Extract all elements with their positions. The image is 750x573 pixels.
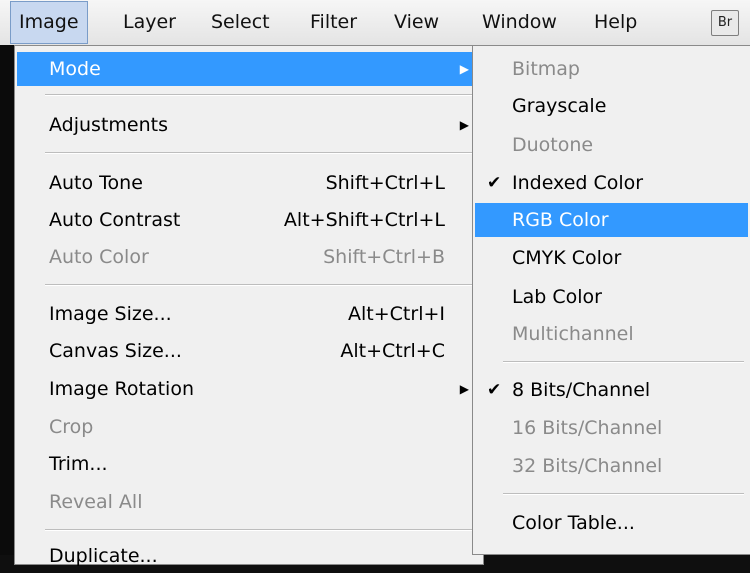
menu-view[interactable]: View xyxy=(386,0,447,45)
menu-item-shortcut: Alt+Shift+Ctrl+L xyxy=(283,209,445,231)
menu-help[interactable]: Help xyxy=(586,0,645,45)
menu-item-shortcut: Alt+Ctrl+I xyxy=(348,303,445,325)
menu-select[interactable]: Select xyxy=(203,0,278,45)
menu-item-label: RGB Color xyxy=(512,209,609,231)
submenu-arrow-icon: ▶ xyxy=(459,62,469,76)
menu-layer[interactable]: Layer xyxy=(115,0,184,45)
submenu-item-32-bits[interactable]: 32 Bits/Channel xyxy=(475,449,748,483)
menu-item-reveal-all[interactable]: Reveal All xyxy=(17,485,481,519)
menu-separator xyxy=(503,493,744,495)
menu-window[interactable]: Window xyxy=(474,0,565,45)
menu-item-label: Image Size... xyxy=(49,303,172,325)
menu-item-label: Color Table... xyxy=(512,512,635,534)
menu-separator xyxy=(45,284,477,286)
submenu-item-bitmap[interactable]: Bitmap xyxy=(475,52,748,86)
menu-item-label: Auto Contrast xyxy=(49,209,181,231)
menu-item-label: Auto Tone xyxy=(49,172,143,194)
submenu-item-8-bits[interactable]: ✔ 8 Bits/Channel xyxy=(475,373,748,407)
menu-item-label: Mode xyxy=(49,58,101,80)
submenu-item-lab-color[interactable]: Lab Color xyxy=(475,280,748,314)
bridge-icon[interactable]: Br xyxy=(711,10,739,36)
submenu-item-rgb-color[interactable]: RGB Color xyxy=(475,203,748,237)
menu-separator xyxy=(503,361,744,363)
menu-item-shortcut: Shift+Ctrl+B xyxy=(323,246,445,268)
checkmark-icon: ✔ xyxy=(487,380,502,400)
menu-item-shortcut: Shift+Ctrl+L xyxy=(325,172,445,194)
menu-item-label: Duplicate... xyxy=(49,545,158,567)
menu-item-adjustments[interactable]: Adjustments ▶ xyxy=(17,108,481,142)
submenu-item-indexed-color[interactable]: ✔ Indexed Color xyxy=(475,166,748,200)
image-menu: Mode ▶ Adjustments ▶ Auto Tone Shift+Ctr… xyxy=(14,45,484,567)
menu-item-label: Indexed Color xyxy=(512,172,644,194)
menu-item-auto-color[interactable]: Auto Color Shift+Ctrl+B xyxy=(17,240,481,274)
menu-item-label: Adjustments xyxy=(49,114,168,136)
menu-item-label: Duotone xyxy=(512,134,594,156)
menu-item-duplicate[interactable]: Duplicate... xyxy=(17,539,481,573)
menu-item-label: Reveal All xyxy=(49,491,143,513)
menu-item-label: Auto Color xyxy=(49,246,149,268)
menu-separator xyxy=(45,529,477,531)
menu-item-label: Bitmap xyxy=(512,58,580,80)
menu-filter[interactable]: Filter xyxy=(302,0,365,45)
checkmark-icon: ✔ xyxy=(487,173,502,193)
menu-item-auto-tone[interactable]: Auto Tone Shift+Ctrl+L xyxy=(17,166,481,200)
workspace-edge xyxy=(0,45,14,555)
menu-item-label: CMYK Color xyxy=(512,247,622,269)
menu-item-label: Lab Color xyxy=(512,286,602,308)
menu-separator xyxy=(45,152,477,154)
menu-item-label: Canvas Size... xyxy=(49,340,182,362)
menu-item-image-size[interactable]: Image Size... Alt+Ctrl+I xyxy=(17,297,481,331)
menu-item-label: 32 Bits/Channel xyxy=(512,455,663,477)
menu-item-label: Trim... xyxy=(49,453,108,475)
submenu-item-16-bits[interactable]: 16 Bits/Channel xyxy=(475,411,748,445)
menu-item-shortcut: Alt+Ctrl+C xyxy=(340,340,445,362)
menu-item-label: Crop xyxy=(49,416,94,438)
menu-item-auto-contrast[interactable]: Auto Contrast Alt+Shift+Ctrl+L xyxy=(17,203,481,237)
menu-item-label: 16 Bits/Channel xyxy=(512,417,663,439)
menu-item-canvas-size[interactable]: Canvas Size... Alt+Ctrl+C xyxy=(17,334,481,368)
menu-item-label: Grayscale xyxy=(512,95,607,117)
menu-bar: Image Layer Select Filter View Window He… xyxy=(0,0,750,46)
menu-item-crop[interactable]: Crop xyxy=(17,410,481,444)
submenu-item-multichannel[interactable]: Multichannel xyxy=(475,317,748,351)
submenu-item-color-table[interactable]: Color Table... xyxy=(475,506,748,540)
submenu-arrow-icon: ▶ xyxy=(459,382,469,396)
submenu-item-cmyk-color[interactable]: CMYK Color xyxy=(475,241,748,275)
submenu-arrow-icon: ▶ xyxy=(459,118,469,132)
menu-item-label: 8 Bits/Channel xyxy=(512,379,651,401)
menu-separator xyxy=(45,94,477,96)
menu-item-trim[interactable]: Trim... xyxy=(17,447,481,481)
menu-item-mode[interactable]: Mode ▶ xyxy=(17,52,481,86)
menu-image[interactable]: Image xyxy=(10,1,88,44)
menu-item-label: Image Rotation xyxy=(49,378,195,400)
menu-item-image-rotation[interactable]: Image Rotation ▶ xyxy=(17,372,481,406)
submenu-item-duotone[interactable]: Duotone xyxy=(475,128,748,162)
menu-item-label: Multichannel xyxy=(512,323,634,345)
mode-submenu: Bitmap Grayscale Duotone ✔ Indexed Color… xyxy=(472,45,750,555)
submenu-item-grayscale[interactable]: Grayscale xyxy=(475,89,748,123)
